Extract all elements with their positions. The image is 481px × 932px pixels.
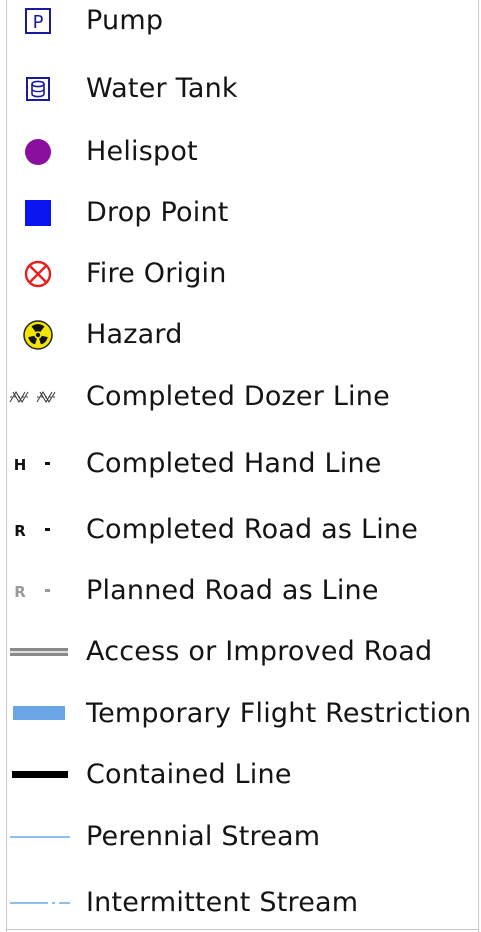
drop-point-icon — [25, 200, 51, 226]
legend-border-bottom — [6, 929, 479, 930]
dozer-line-icon — [9, 391, 56, 403]
legend-label: Hazard — [86, 319, 183, 350]
legend-label: Drop Point — [86, 197, 229, 228]
legend-label: Perennial Stream — [86, 821, 321, 852]
map-legend: P Pump Water Tank Helispot Drop Point Fi… — [0, 0, 481, 932]
legend-label: Completed Dozer Line — [86, 381, 390, 412]
legend-item-planned-road-as-line: R Planned Road as Line — [8, 571, 478, 611]
legend-label: Planned Road as Line — [86, 575, 379, 606]
legend-item-drop-point: Drop Point — [8, 193, 478, 233]
legend-item-pump: P Pump — [8, 1, 478, 41]
svg-text:R: R — [14, 583, 26, 601]
legend-item-perennial-stream: Perennial Stream — [8, 817, 478, 857]
legend-item-completed-hand-line: H Completed Hand Line — [8, 444, 478, 484]
legend-label: Temporary Flight Restriction — [86, 698, 472, 729]
hazard-icon — [23, 320, 53, 350]
legend-item-tfr: Temporary Flight Restriction — [8, 694, 478, 734]
svg-text:H: H — [14, 456, 27, 474]
intermittent-stream-icon — [10, 902, 70, 904]
legend-label: Contained Line — [86, 759, 292, 790]
legend-label: Pump — [86, 5, 164, 36]
legend-item-completed-dozer-line: Completed Dozer Line — [8, 377, 478, 417]
legend-item-water-tank: Water Tank — [8, 69, 478, 109]
contained-line-icon — [12, 771, 68, 778]
legend-label: Water Tank — [86, 73, 238, 104]
hand-line-icon: H — [14, 456, 50, 474]
perennial-stream-icon — [10, 836, 70, 838]
helispot-icon — [25, 139, 51, 165]
water-tank-icon — [26, 77, 50, 101]
legend-item-access-road: Access or Improved Road — [8, 632, 478, 672]
legend-item-intermittent-stream: Intermittent Stream — [8, 883, 478, 923]
legend-label: Completed Hand Line — [86, 448, 382, 479]
legend-border-left — [6, 0, 7, 932]
access-road-icon — [10, 648, 68, 656]
legend-label: Access or Improved Road — [86, 636, 433, 667]
svg-text:R: R — [14, 522, 26, 540]
legend-item-hazard: Hazard — [8, 315, 478, 355]
legend-label: Fire Origin — [86, 258, 227, 289]
legend-border-right — [478, 0, 479, 932]
legend-item-contained-line: Contained Line — [8, 755, 478, 795]
legend-item-fire-origin: Fire Origin — [8, 254, 478, 294]
tfr-icon — [13, 706, 65, 720]
planned-road-line-icon: R — [14, 583, 50, 601]
legend-item-helispot: Helispot — [8, 132, 478, 172]
fire-origin-icon — [24, 260, 52, 288]
svg-text:P: P — [33, 12, 44, 33]
legend-label: Helispot — [86, 136, 198, 167]
road-line-icon: R — [14, 522, 50, 540]
legend-item-completed-road-as-line: R Completed Road as Line — [8, 510, 478, 550]
legend-label: Intermittent Stream — [86, 887, 359, 918]
pump-icon: P — [25, 8, 51, 34]
legend-label: Completed Road as Line — [86, 514, 419, 545]
